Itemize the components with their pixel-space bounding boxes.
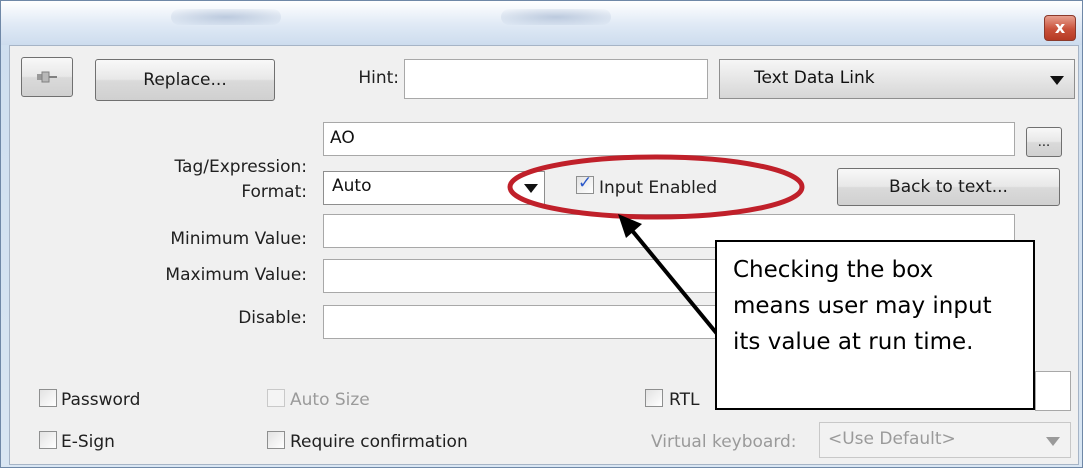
highlight-ellipse [507, 154, 805, 220]
callout-arrow-line [628, 226, 720, 337]
callout-box: Checking the box means user may input it… [715, 240, 1035, 410]
